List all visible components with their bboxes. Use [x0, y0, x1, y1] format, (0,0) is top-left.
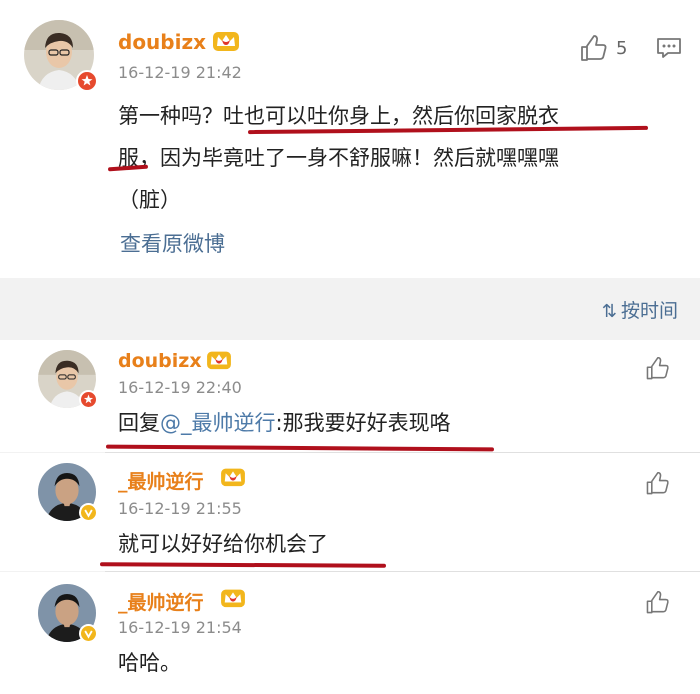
- vip-crown-icon: [207, 351, 231, 370]
- sort-bar: ⇅ 按时间: [0, 290, 700, 330]
- like-icon[interactable]: [578, 34, 608, 64]
- weibo-comment-thread: doubizx 16-12-19 21:42 5 第一种吗？吐也可以吐你身上，然…: [0, 0, 700, 694]
- verified-badge-icon: [79, 624, 98, 643]
- comment-text: 哈哈。: [118, 651, 181, 675]
- verified-badge-icon: [79, 503, 98, 522]
- username[interactable]: _最帅逆行: [118, 467, 204, 494]
- sort-icon: ⇅: [601, 301, 617, 322]
- like-icon[interactable]: [644, 590, 670, 616]
- username[interactable]: doubizx: [118, 30, 206, 54]
- username[interactable]: _最帅逆行: [118, 588, 204, 615]
- post-text-line: （脏）: [118, 188, 181, 212]
- sort-label: 按时间: [620, 300, 678, 322]
- comment-text: 就可以好好给你机会了: [118, 532, 328, 556]
- like-icon[interactable]: [644, 356, 670, 382]
- comment-body: :那我要好好表现咯: [275, 411, 451, 435]
- comment-time: 16-12-19 21:54: [118, 618, 242, 637]
- annotation-underline: [99, 562, 387, 568]
- reply-prefix: 回复: [118, 411, 160, 435]
- like-count: 5: [616, 38, 628, 59]
- comment-time: 16-12-19 21:55: [118, 499, 242, 518]
- vip-crown-icon: [221, 468, 245, 487]
- post-text: 第一种吗？吐也可以吐你身上，然后你回家脱衣 服，因为毕竟吐了一身不舒服嘛！然后就…: [118, 95, 678, 221]
- mention-link[interactable]: @_最帅逆行: [160, 411, 276, 435]
- comment-icon[interactable]: [656, 36, 682, 60]
- sort-by-time-button[interactable]: ⇅ 按时间: [602, 296, 678, 323]
- username[interactable]: doubizx: [118, 350, 202, 372]
- comment-time: 16-12-19 22:40: [118, 378, 242, 397]
- verified-badge-icon: [76, 70, 98, 92]
- post-time: 16-12-19 21:42: [118, 63, 242, 82]
- comment-item: _最帅逆行 16-12-19 21:55 就可以好好给你机会了: [0, 453, 700, 571]
- comment-item: _最帅逆行 16-12-19 21:54 哈哈。: [0, 572, 700, 694]
- view-original-link[interactable]: 查看原微博: [120, 228, 225, 258]
- comment-text: 回复@_最帅逆行:那我要好好表现咯: [118, 402, 451, 444]
- vip-crown-icon: [221, 589, 245, 608]
- annotation-underline: [105, 444, 495, 452]
- like-icon[interactable]: [644, 471, 670, 497]
- comment-item: doubizx 16-12-19 22:40 回复@_最帅逆行:那我要好好表现咯: [0, 340, 700, 452]
- original-post: doubizx 16-12-19 21:42 5 第一种吗？吐也可以吐你身上，然…: [0, 0, 700, 278]
- vip-crown-icon: [213, 32, 239, 51]
- verified-badge-icon: [79, 390, 98, 409]
- post-text-line: 服，因为毕竟吐了一身不舒服嘛！然后就嘿嘿嘿: [118, 146, 559, 170]
